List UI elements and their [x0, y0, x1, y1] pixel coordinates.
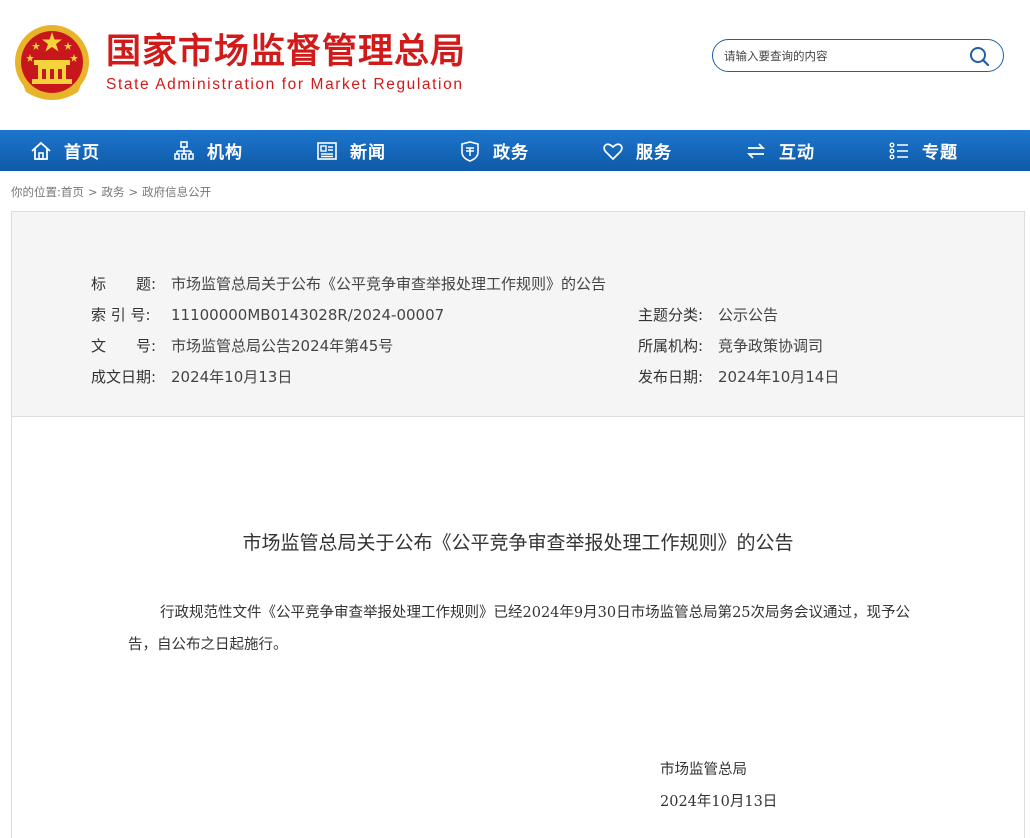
article-container: 标 题: 市场监管总局关于公布《公平竞争审查举报处理工作规则》的公告 索 引 号… [11, 211, 1025, 838]
document-date: 2024年10月13日 [660, 794, 778, 810]
nav-label: 互动 [779, 143, 815, 163]
nav-item-org[interactable]: 机构 [143, 130, 286, 171]
meta-topic-row: 主题分类: 公示公告 [638, 305, 778, 325]
nav-label: 服务 [636, 143, 672, 163]
breadcrumb: 你的位置:首页 > 政务 > 政府信息公开 [11, 183, 211, 201]
search-box [712, 39, 1004, 72]
nav-item-news[interactable]: 新闻 [286, 130, 429, 171]
meta-published-value: 2024年10月14日 [718, 368, 840, 386]
nav-label: 机构 [207, 143, 243, 163]
search-input[interactable] [724, 46, 964, 66]
meta-docno-row: 文 号: 市场监管总局公告2024年第45号 [91, 336, 393, 356]
main-nav: 首页 机构 新闻 政务 服务 互动 专题 [0, 130, 1030, 171]
heart-icon [603, 142, 623, 160]
news-icon [317, 141, 337, 160]
nav-label: 政务 [493, 143, 529, 163]
document-body: 行政规范性文件《公平竞争审查举报处理工作规则》已经2024年9月30日市场监管总… [128, 605, 911, 653]
meta-written-value: 2024年10月13日 [171, 368, 293, 386]
nav-item-topics[interactable]: 专题 [858, 130, 1001, 171]
nav-label: 专题 [922, 143, 958, 163]
meta-agency-row: 所属机构: 竞争政策协调司 [638, 336, 823, 356]
meta-written-label: 成文日期: [91, 368, 157, 386]
breadcrumb-gov[interactable]: 政务 [102, 185, 125, 199]
meta-published-label: 发布日期: [638, 368, 704, 386]
meta-agency-value: 竞争政策协调司 [718, 337, 824, 355]
meta-title-row: 标 题: 市场监管总局关于公布《公平竞争审查举报处理工作规则》的公告 [91, 274, 606, 294]
exchange-icon [746, 142, 766, 159]
meta-docno-label: 文 号: [91, 337, 157, 355]
meta-index-row: 索 引 号: 11100000MB0143028R/2024-00007 [91, 305, 444, 325]
document-signature: 市场监管总局 [660, 762, 747, 778]
site-logo-cn[interactable]: 国家市场监督管理总局 [106, 30, 466, 74]
nav-item-interact[interactable]: 互动 [715, 130, 858, 171]
breadcrumb-separator: > [87, 185, 98, 199]
nav-label: 新闻 [350, 143, 386, 163]
site-header: 国家市场监督管理总局 State Administration for Mark… [0, 0, 1030, 130]
breadcrumb-info-disclosure[interactable]: 政府信息公开 [142, 185, 211, 199]
breadcrumb-home[interactable]: 首页 [61, 185, 84, 199]
meta-published-row: 发布日期: 2024年10月14日 [638, 367, 839, 387]
national-emblem-icon [15, 25, 89, 100]
meta-docno-value: 市场监管总局公告2024年第45号 [171, 337, 394, 355]
document-title: 市场监管总局关于公布《公平竞争审查举报处理工作规则》的公告 [242, 532, 794, 554]
nav-item-service[interactable]: 服务 [572, 130, 715, 171]
nav-label: 首页 [64, 143, 100, 163]
meta-topic-label: 主题分类: [638, 306, 704, 324]
topics-list-icon [889, 142, 908, 159]
meta-written-row: 成文日期: 2024年10月13日 [91, 367, 292, 387]
government-affairs-icon [461, 140, 479, 162]
meta-index-label: 索 引 号: [91, 306, 151, 324]
search-icon[interactable] [969, 46, 991, 66]
meta-index-value: 11100000MB0143028R/2024-00007 [171, 306, 445, 324]
nav-item-gov[interactable]: 政务 [429, 130, 572, 171]
meta-agency-label: 所属机构: [638, 337, 704, 355]
meta-title-value: 市场监管总局关于公布《公平竞争审查举报处理工作规则》的公告 [171, 275, 607, 293]
meta-topic-value: 公示公告 [718, 306, 779, 324]
breadcrumb-prefix: 你的位置: [11, 185, 61, 199]
document-meta-panel: 标 题: 市场监管总局关于公布《公平竞争审查举报处理工作规则》的公告 索 引 号… [12, 212, 1024, 417]
breadcrumb-separator: > [128, 185, 139, 199]
nav-item-home[interactable]: 首页 [0, 130, 143, 171]
org-chart-icon [174, 140, 194, 160]
site-logo-en[interactable]: State Administration for Market Regulati… [106, 76, 464, 94]
meta-title-label: 标 题: [91, 275, 157, 293]
home-icon [31, 141, 51, 160]
